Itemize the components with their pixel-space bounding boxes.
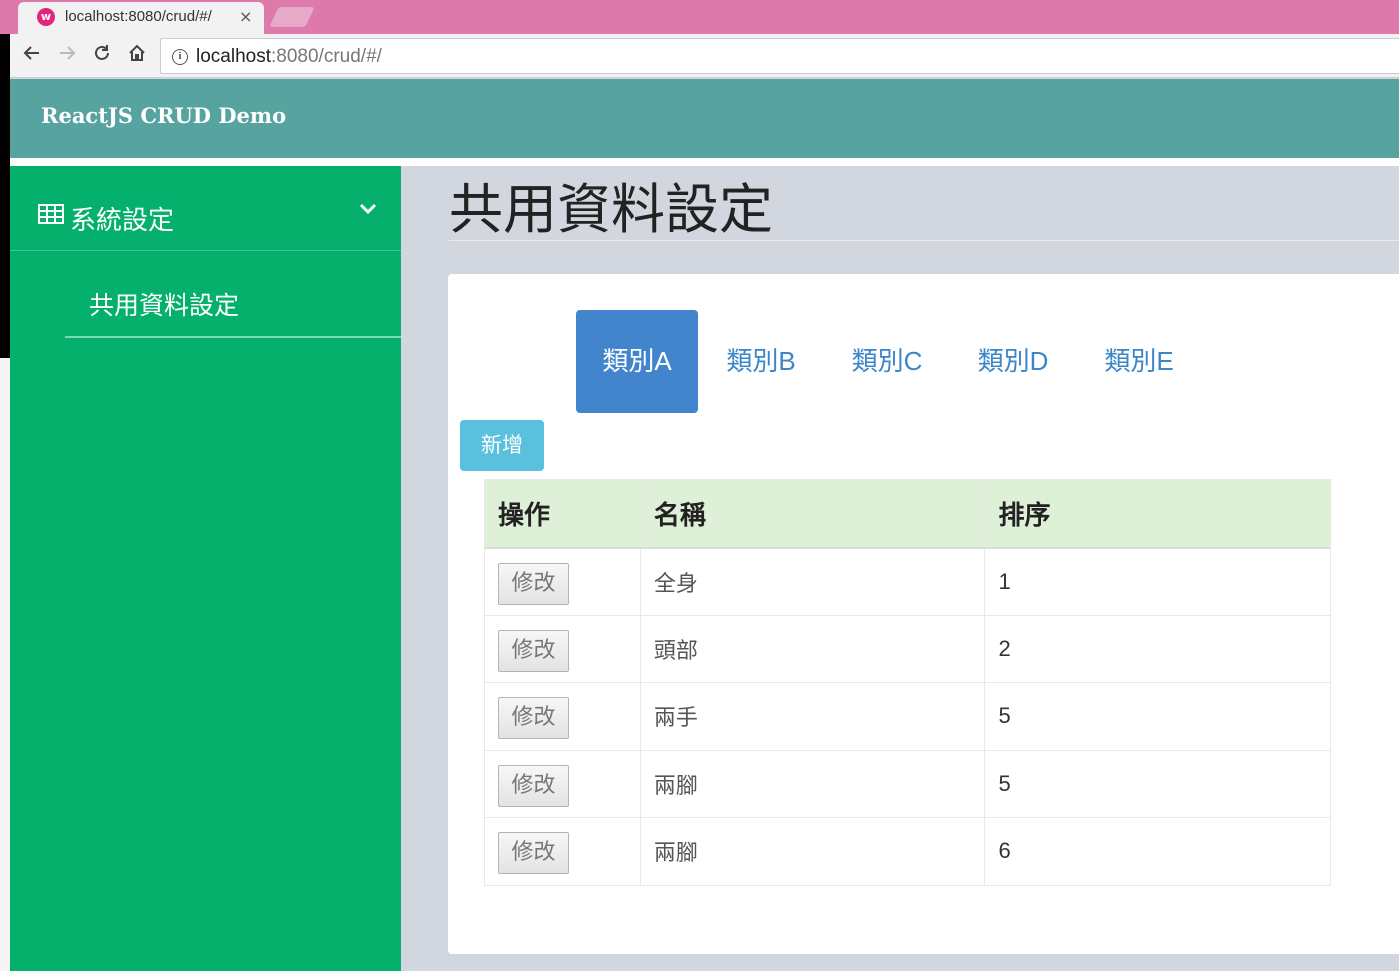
page-title: 共用資料設定: [449, 178, 773, 241]
sidebar-menu-label: 系統設定: [70, 206, 175, 236]
edit-button[interactable]: 修改: [498, 697, 569, 740]
browser-tab[interactable]: w localhost:8080/crud/#/ ×: [18, 2, 264, 34]
sort-cell: 5: [984, 749, 1331, 818]
header-sort: 排序: [984, 479, 1331, 549]
chevron-down-icon[interactable]: [358, 202, 378, 216]
reload-icon[interactable]: [88, 42, 116, 70]
action-cell: 修改: [484, 682, 641, 751]
sidebar: 系統設定 共用資料設定: [10, 166, 401, 971]
forward-arrow-icon[interactable]: [53, 42, 81, 70]
tab-category-b[interactable]: 類別B: [698, 310, 824, 413]
browser-toolbar: i localhost:8080/crud/#/: [10, 34, 1399, 78]
name-cell: 兩腳: [639, 817, 986, 886]
table-row: 修改 兩腳 6: [484, 817, 1331, 886]
sort-cell: 1: [984, 547, 1331, 616]
header-name: 名稱: [639, 479, 986, 549]
name-cell: 兩腳: [639, 749, 986, 818]
title-divider: [449, 240, 1399, 241]
name-cell: 兩手: [639, 682, 986, 751]
table-row: 修改 全身 1: [484, 547, 1331, 616]
browser-tabstrip: w localhost:8080/crud/#/ ×: [0, 0, 1399, 34]
home-icon[interactable]: [123, 42, 151, 70]
tab-category-c[interactable]: 類別C: [824, 310, 950, 413]
favicon-icon: w: [37, 8, 55, 26]
add-button[interactable]: 新增: [460, 420, 544, 471]
tab-title: localhost:8080/crud/#/: [65, 8, 212, 25]
action-cell: 修改: [484, 749, 641, 818]
app-header: ReactJS CRUD Demo: [10, 79, 1399, 158]
table-row: 修改 兩腳 5: [484, 749, 1331, 818]
new-tab-button[interactable]: [269, 7, 315, 27]
data-table: 操作 名稱 排序 修改 全身 1 修改 頭部 2 修改 兩手 5 修改 兩腳 5…: [484, 479, 1331, 886]
action-cell: 修改: [484, 817, 641, 886]
active-item-underline: [65, 336, 401, 338]
edit-button[interactable]: 修改: [498, 629, 569, 672]
edit-button[interactable]: 修改: [498, 562, 569, 605]
address-bar[interactable]: i localhost:8080/crud/#/: [160, 38, 1399, 74]
window-edge-lower: [0, 358, 10, 971]
sidebar-item-label: 共用資料設定: [89, 291, 240, 320]
table-row: 修改 兩手 5: [484, 682, 1331, 751]
sort-cell: 6: [984, 817, 1331, 886]
edit-button[interactable]: 修改: [498, 832, 569, 875]
name-cell: 頭部: [639, 614, 986, 683]
sidebar-item-shared-data-settings[interactable]: 共用資料設定: [10, 252, 401, 338]
sidebar-menu-system-settings[interactable]: 系統設定: [10, 166, 401, 251]
tab-category-d[interactable]: 類別D: [950, 310, 1076, 413]
action-cell: 修改: [484, 547, 641, 616]
tab-category-a[interactable]: 類別A: [576, 310, 698, 413]
brand-title[interactable]: ReactJS CRUD Demo: [41, 103, 286, 128]
action-cell: 修改: [484, 614, 641, 683]
name-cell: 全身: [639, 547, 986, 616]
tab-close-icon[interactable]: ×: [239, 7, 252, 26]
url-text: localhost:8080/crud/#/: [196, 46, 382, 67]
header-action: 操作: [484, 479, 641, 549]
table-header-row: 操作 名稱 排序: [484, 479, 1331, 549]
sort-cell: 5: [984, 682, 1331, 751]
table-row: 修改 頭部 2: [484, 614, 1331, 683]
info-icon[interactable]: i: [172, 49, 188, 65]
tab-category-e[interactable]: 類別E: [1076, 310, 1202, 413]
table-grid-icon: [38, 204, 64, 224]
sort-cell: 2: [984, 614, 1331, 683]
edit-button[interactable]: 修改: [498, 764, 569, 807]
back-arrow-icon[interactable]: [18, 42, 46, 70]
